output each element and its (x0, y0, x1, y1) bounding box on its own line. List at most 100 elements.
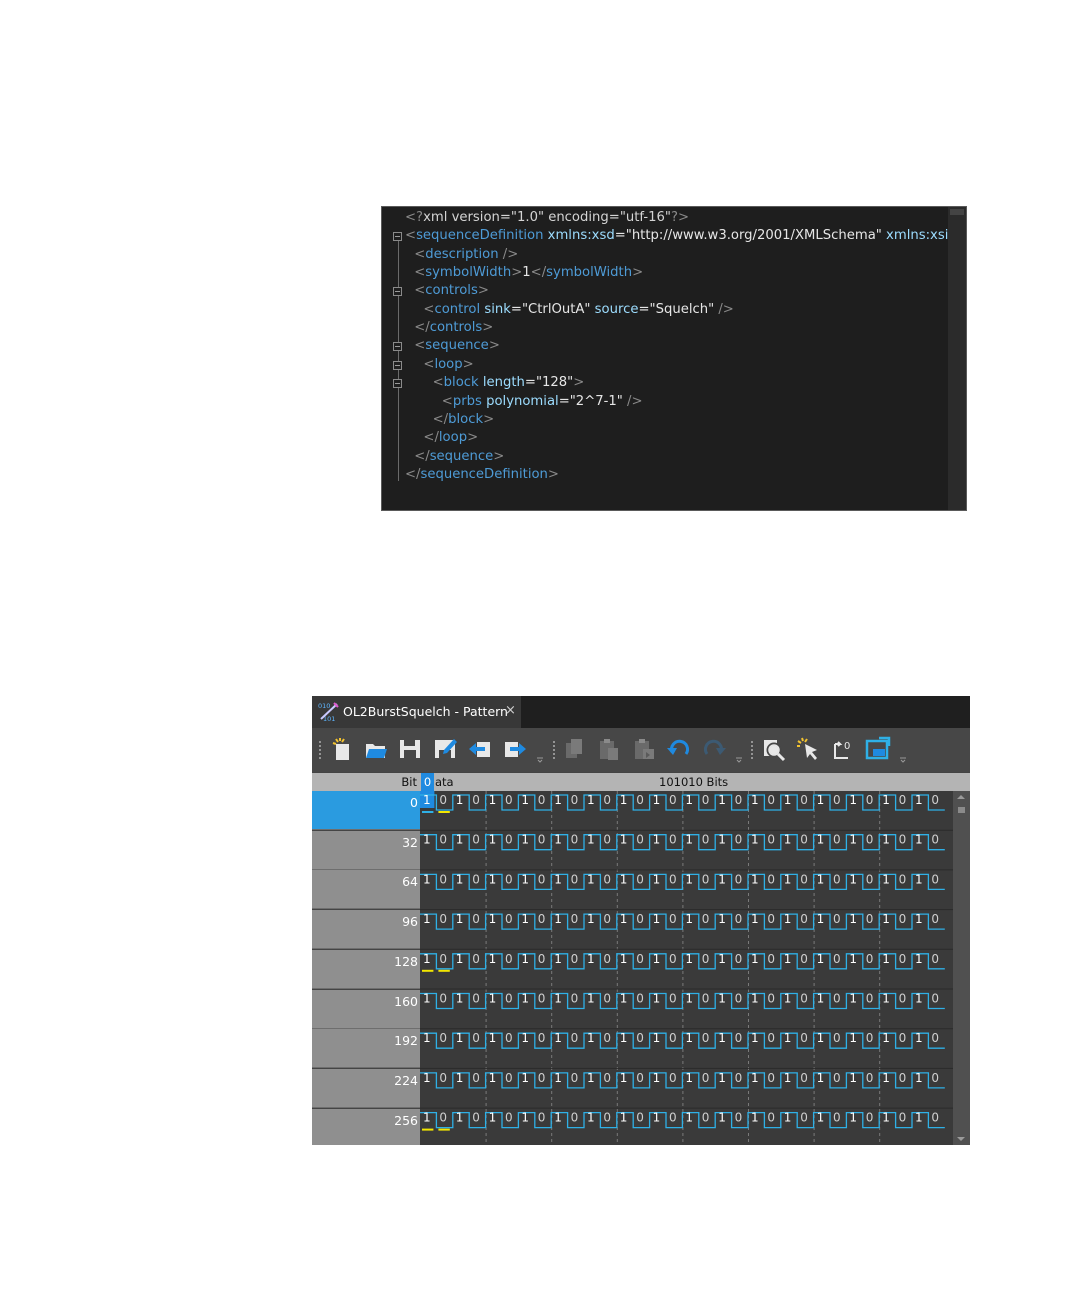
redo-icon[interactable] (701, 736, 727, 762)
find-icon[interactable] (760, 736, 786, 762)
bit-value: 0 (833, 793, 841, 807)
bit-value: 1 (620, 992, 628, 1006)
xml-token: description (425, 246, 499, 262)
bit-value: 0 (472, 1111, 480, 1125)
bit-value: 0 (702, 872, 710, 886)
undo-icon[interactable] (666, 736, 692, 762)
collapse-icon[interactable] (393, 232, 402, 242)
bit-value: 1 (653, 1031, 661, 1045)
bit-value: 0 (833, 1071, 841, 1085)
bit-value: 1 (521, 912, 529, 926)
xml-token: < (423, 356, 435, 372)
save-icon[interactable] (397, 736, 423, 762)
binary-view-icon[interactable] (865, 736, 891, 762)
toolbar-grip[interactable] (552, 740, 556, 760)
save-as-icon[interactable] (432, 736, 458, 762)
bit-value: 1 (849, 1071, 857, 1085)
bit-value: 1 (817, 793, 825, 807)
toolbar-overflow-icon[interactable] (900, 757, 906, 763)
bit-value: 1 (456, 992, 464, 1006)
row-offset-label[interactable]: 32 (312, 830, 420, 870)
bit-value: 1 (489, 872, 497, 886)
code-line: </controls> (382, 319, 942, 337)
collapse-icon[interactable] (393, 287, 402, 297)
paste-special-icon[interactable] (631, 736, 657, 762)
bit-value: 0 (866, 952, 874, 966)
export-icon[interactable] (502, 736, 528, 762)
bit-value: 1 (718, 1111, 726, 1125)
bit-value: 0 (899, 872, 907, 886)
collapse-icon[interactable] (393, 379, 402, 389)
code-line: </sequenceDefinition> (382, 466, 942, 484)
bit-value: 0 (571, 793, 579, 807)
close-icon[interactable]: × (505, 703, 516, 718)
bit-value: 0 (636, 1031, 644, 1045)
bit-value: 0 (702, 952, 710, 966)
bit-value: 1 (882, 992, 890, 1006)
xml-token: </ (414, 448, 430, 464)
tab-title: OL2BurstSquelch - Pattern (343, 704, 508, 719)
xml-token: ="Squelch" (638, 301, 715, 317)
editor-vertical-scrollbar[interactable] (948, 207, 966, 510)
bit-value: 0 (505, 912, 513, 926)
new-icon[interactable] (329, 736, 355, 762)
copy-icon[interactable] (562, 736, 588, 762)
xml-token: loop (434, 356, 463, 372)
bit-value: 0 (472, 952, 480, 966)
toolbar-overflow-icon[interactable] (736, 757, 742, 763)
scroll-down-icon[interactable] (957, 1137, 965, 1141)
scrollbar-thumb[interactable] (958, 807, 965, 813)
bit-marker (438, 969, 450, 972)
bit-value: 0 (833, 912, 841, 926)
select-icon[interactable] (795, 736, 821, 762)
bit-value: 0 (800, 992, 808, 1006)
bit-value: 1 (784, 1031, 792, 1045)
toolbar-grip[interactable] (750, 740, 754, 760)
bit-value: 1 (915, 872, 923, 886)
data-cursor-marker[interactable]: 0 (421, 773, 434, 791)
row-offset-value: 192 (394, 1033, 418, 1049)
goto-bit-icon[interactable]: 0 (830, 736, 856, 762)
row-offset-label[interactable]: 0 (312, 791, 420, 830)
bit-value: 1 (685, 1031, 693, 1045)
code-line: <prbs polynomial="2^7-1" /> (382, 393, 942, 411)
row-offset-label[interactable]: 256 (312, 1108, 420, 1145)
bit-value: 0 (931, 1031, 939, 1045)
toolbar-grip[interactable] (318, 740, 322, 760)
bit-value: 0 (800, 1031, 808, 1045)
bit-value: 0 (472, 912, 480, 926)
xml-code-editor[interactable]: <?xml version="1.0" encoding="utf-16"?> <… (381, 206, 967, 511)
bit-value: 0 (800, 793, 808, 807)
row-offset-value: 160 (394, 993, 418, 1009)
collapse-icon[interactable] (393, 360, 402, 370)
row-offset-label[interactable]: 160 (312, 989, 420, 1029)
xml-token: /> (498, 246, 519, 262)
row-offset-label[interactable]: 192 (312, 1029, 420, 1069)
bit-value: 1 (423, 872, 431, 886)
code-text: <symbolWidth>1</symbolWidth> (414, 264, 643, 282)
bit-value: 1 (751, 1111, 759, 1125)
bit-value: 1 (521, 872, 529, 886)
scroll-up-icon[interactable] (957, 795, 965, 799)
row-offset-label[interactable]: 128 (312, 949, 420, 989)
row-offset-label[interactable]: 224 (312, 1068, 420, 1108)
waveform-canvas[interactable]: 1 0 1 0 1 0 1 0 1 0 1 0 1 0 1 0 1 0 1 0 1 0 1 0 1 0 1 0 1 0 1 01 0 1 0 1 0 1 0… (420, 791, 953, 1145)
toolbar-overflow-icon[interactable] (537, 757, 543, 763)
bit-value: 0 (472, 1071, 480, 1085)
scrollbar-thumb[interactable] (950, 209, 964, 215)
collapse-icon[interactable] (393, 342, 402, 352)
import-icon[interactable] (467, 736, 493, 762)
bit-value: 1 (849, 793, 857, 807)
bit-value: 1 (587, 872, 595, 886)
bit-value: 0 (636, 1071, 644, 1085)
open-icon[interactable] (363, 736, 389, 762)
pattern-vertical-scrollbar[interactable] (953, 791, 970, 1145)
bit-value: 1 (849, 1111, 857, 1125)
row-offset-label[interactable]: 64 (312, 870, 420, 910)
pattern-waveform-grid[interactable]: 1010101010101010101010101010101010101010… (420, 791, 953, 1145)
row-offset-label[interactable]: 96 (312, 910, 420, 950)
tab-pattern[interactable]: 010 101 OL2BurstSquelch - Pattern × (312, 696, 521, 728)
bit-value: 1 (882, 872, 890, 886)
paste-icon[interactable] (596, 736, 622, 762)
code-line: <sequenceDefinition xmlns:xsd="http://ww… (382, 227, 948, 245)
